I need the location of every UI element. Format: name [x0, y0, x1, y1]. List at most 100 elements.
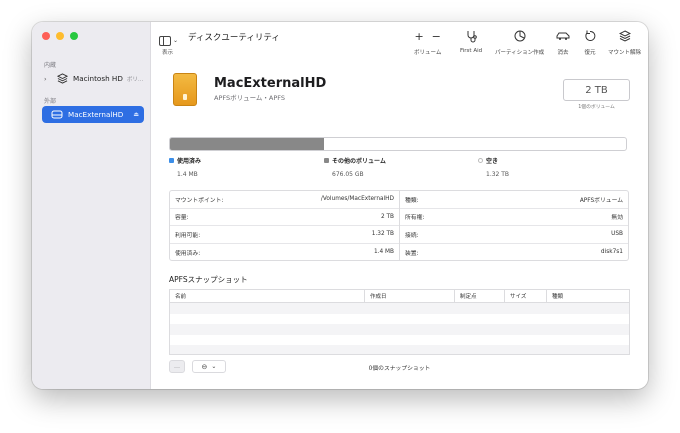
erase-button[interactable]: 消去 [556, 28, 570, 56]
snapshots-table[interactable]: 名前 作成日 制定点 サイズ 種類 [169, 289, 630, 355]
snapshot-count: 0個のスナップショット [368, 366, 431, 372]
info-column-left: マウントポイント:/Volumes/MacExternalHD 容量: 2 TB … [170, 191, 399, 260]
free-swatch [478, 158, 483, 163]
table-row [170, 324, 629, 335]
unmount-button[interactable]: マウント解除 [608, 28, 641, 56]
window-controls [42, 32, 78, 40]
sidebar-section-external: 外部 [44, 98, 57, 105]
disk-subtitle: APFSボリューム・APFS [214, 94, 286, 102]
column-header-name[interactable]: 名前 [170, 290, 365, 302]
chevron-right-icon[interactable]: › [44, 75, 52, 83]
legend-used-value: 1.4 MB [177, 171, 198, 178]
legend-free: 空き 1.32 TB [478, 156, 509, 178]
info-row: 容量: 2 TB [170, 209, 399, 226]
erase-label: 消去 [557, 50, 569, 56]
restore-label: 復元 [584, 50, 596, 56]
info-row: 接続: USB [400, 226, 628, 244]
used-swatch [169, 158, 174, 163]
capacity-box: 2 TB [563, 79, 630, 101]
legend-other-label: その他のボリューム [332, 158, 386, 165]
info-key: 容量: [175, 215, 189, 222]
info-value: 2 TB [380, 213, 394, 220]
snapshots-footer: … ⊖ ⌄ 0個のスナップショット [169, 360, 630, 374]
volume-button-label: ボリューム [414, 50, 442, 56]
column-header-size[interactable]: サイズ [505, 290, 547, 302]
info-row: 装置: disk7s1 [400, 244, 628, 262]
restore-button[interactable]: 復元 [584, 28, 596, 56]
info-table: マウントポイント:/Volumes/MacExternalHD 容量: 2 TB … [169, 190, 629, 261]
external-drive-icon [50, 109, 64, 121]
info-row: 所有権: 無効 [400, 209, 628, 226]
partition-button[interactable]: パーティション作成 [495, 28, 544, 56]
sidebar-item-macintosh-hd[interactable]: › Macintosh HD ボリ… [42, 70, 144, 87]
legend-free-label: 空き [486, 158, 499, 165]
info-value: USB [611, 231, 623, 238]
info-value: APFSボリューム [579, 197, 623, 204]
table-row [170, 335, 629, 346]
close-window-button[interactable] [42, 32, 50, 40]
main-panel: ⌄ 表示 ディスクユーティリティ + − ボリューム First Aid パーテ… [151, 22, 648, 389]
unmount-label: マウント解除 [608, 50, 642, 56]
legend-other-value: 676.05 GB [332, 171, 364, 178]
column-header-restore-point[interactable]: 制定点 [455, 290, 505, 302]
window-title: ディスクユーティリティ [188, 33, 280, 43]
sidebar-item-sublabel: ボリ… [126, 76, 144, 83]
info-key: 接続: [405, 232, 419, 239]
snapshots-table-header: 名前 作成日 制定点 サイズ 種類 [170, 290, 629, 303]
view-label: 表示 [162, 50, 174, 56]
external-drive-large-icon [173, 73, 197, 106]
info-row: 使用済み: 1.4 MB [170, 244, 399, 262]
zoom-window-button[interactable] [70, 32, 78, 40]
table-row [170, 303, 629, 314]
other-swatch [324, 158, 329, 163]
erase-car-icon [556, 28, 570, 44]
minimize-window-button[interactable] [56, 32, 64, 40]
usage-bar [169, 137, 627, 151]
stethoscope-icon [465, 28, 478, 44]
eject-icon[interactable]: ⏏ [133, 111, 139, 118]
layers-icon [55, 73, 69, 85]
legend-other: その他のボリューム 676.05 GB [324, 156, 386, 178]
info-key: 装置: [405, 250, 419, 257]
snapshots-title: APFSスナップショット [169, 275, 248, 284]
snapshots-table-body [170, 303, 629, 354]
info-key: マウントポイント: [175, 197, 224, 204]
sidebar-item-label: MacExternalHD [68, 110, 124, 119]
info-key: 種類: [405, 197, 419, 204]
restore-arrow-icon [584, 28, 596, 44]
toolbar: ⌄ 表示 ディスクユーティリティ + − ボリューム First Aid パーテ… [151, 22, 648, 59]
disk-utility-window: 内蔵 › Macintosh HD ボリ… 外部 MacExternalHD ⏏… [32, 22, 648, 389]
column-header-created[interactable]: 作成日 [365, 290, 455, 302]
info-value: disk7s1 [600, 249, 623, 256]
legend-used-label: 使用済み [177, 158, 202, 165]
info-key: 使用済み: [175, 250, 201, 257]
sidebar-item-macexternalhd[interactable]: MacExternalHD ⏏ [42, 106, 144, 123]
legend-used: 使用済み 1.4 MB [169, 156, 201, 178]
table-row [170, 345, 629, 354]
column-header-kind[interactable]: 種類 [547, 290, 629, 302]
info-key: 所有権: [405, 215, 425, 222]
info-value: /Volumes/MacExternalHD [320, 196, 394, 203]
info-key: 利用可能: [175, 232, 201, 239]
first-aid-label: First Aid [460, 48, 483, 54]
sidebar-item-label: Macintosh HD [73, 74, 123, 83]
chevron-down-icon: ⌄ [173, 37, 179, 44]
disk-name: MacExternalHD [214, 76, 327, 91]
info-column-right: 種類: APFSボリューム 所有権: 無効 接続: USB 装置: disk7s1 [399, 191, 628, 260]
unmount-stack-icon [618, 28, 631, 44]
info-row: 種類: APFSボリューム [400, 191, 628, 209]
info-row: 利用可能: 1.32 TB [170, 226, 399, 244]
capacity-caption: 1個のボリューム [578, 105, 615, 110]
sidebar: 内蔵 › Macintosh HD ボリ… 外部 MacExternalHD ⏏ [32, 22, 151, 389]
partition-pie-icon [514, 28, 526, 44]
info-value: 1.32 TB [371, 231, 394, 238]
info-value: 無効 [611, 215, 623, 222]
legend-free-value: 1.32 TB [486, 171, 510, 178]
first-aid-button[interactable]: First Aid [460, 28, 482, 54]
partition-label: パーティション作成 [495, 50, 545, 56]
volume-button[interactable]: + − ボリューム [414, 28, 442, 57]
sidebar-section-internal: 内蔵 [44, 62, 57, 69]
info-value: 1.4 MB [373, 249, 394, 256]
table-row [170, 314, 629, 325]
usage-other-volumes-segment [170, 138, 325, 150]
